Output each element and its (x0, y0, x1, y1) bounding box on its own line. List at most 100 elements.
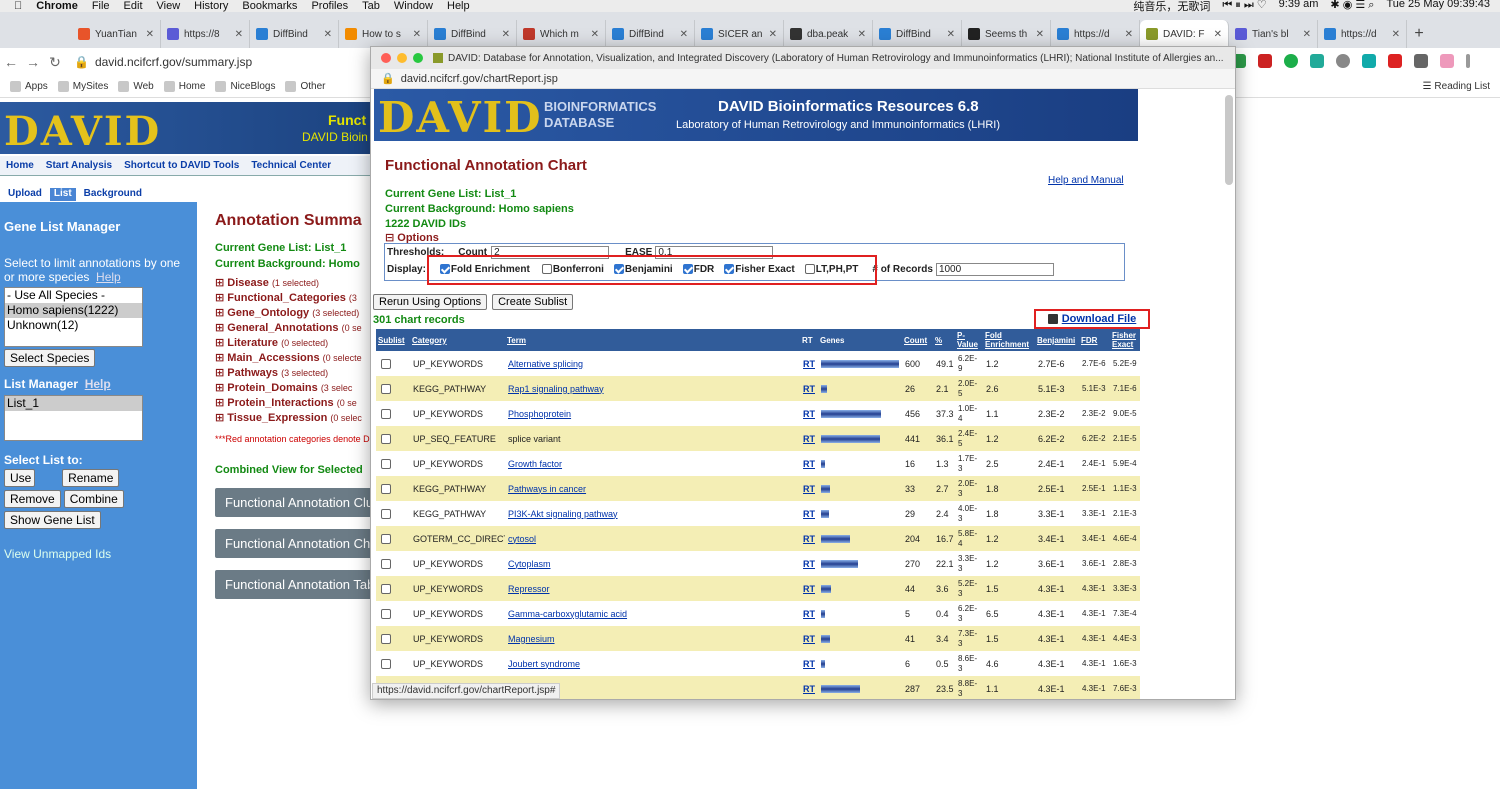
help-link[interactable]: Help (85, 377, 111, 391)
download-file-link[interactable]: Download File (1062, 313, 1137, 325)
browser-tab[interactable]: DiffBind ✕ (250, 20, 339, 48)
browser-tab[interactable]: https://8 ✕ (161, 20, 250, 48)
genes-bar[interactable] (821, 585, 831, 594)
popup-zoom-button[interactable] (413, 53, 423, 63)
extension-teal-icon[interactable] (1362, 54, 1376, 68)
category-item[interactable]: ⊞ Literature (0 selected) (215, 336, 375, 349)
gene-lists[interactable]: List_1 (4, 395, 143, 441)
tab-close-icon[interactable]: ✕ (502, 29, 510, 40)
browser-tab[interactable]: SICER an ✕ (695, 20, 784, 48)
nav-home[interactable]: Home (6, 160, 34, 171)
extension-gray-icon[interactable] (1336, 54, 1350, 68)
browser-tab[interactable]: DAVID: F ✕ (1140, 20, 1229, 48)
expand-icon[interactable]: ⊞ (215, 367, 227, 379)
genes-bar[interactable] (821, 485, 830, 494)
browser-tab[interactable]: Tian's bl ✕ (1229, 20, 1318, 48)
tab-close-icon[interactable]: ✕ (1303, 29, 1311, 40)
menu-window[interactable]: Window (394, 0, 433, 12)
term-link[interactable]: Growth factor (508, 459, 562, 469)
select-species-button[interactable]: Select Species (4, 349, 96, 367)
browser-tab[interactable]: Which m ✕ (517, 20, 606, 48)
rt-link[interactable]: RT (803, 584, 815, 594)
tab-list[interactable]: List (49, 188, 76, 201)
functional-table-button[interactable]: Functional Annotation Tab (215, 570, 375, 599)
species-item[interactable]: - Use All Species - (5, 288, 142, 303)
use-button[interactable]: Use (4, 469, 35, 487)
tab-close-icon[interactable]: ✕ (235, 29, 243, 40)
category-item[interactable]: ⊞ Protein_Interactions (0 se (215, 396, 375, 409)
apple-icon[interactable]:  (14, 0, 22, 12)
term-link[interactable]: Magnesium (508, 634, 555, 644)
help-link[interactable]: Help (96, 270, 121, 284)
browser-tab[interactable]: dba.peak ✕ (784, 20, 873, 48)
browser-tab[interactable]: YuanTian ✕ (72, 20, 161, 48)
rt-link[interactable]: RT (803, 609, 815, 619)
nav-start-analysis[interactable]: Start Analysis (46, 160, 112, 171)
rerun-button[interactable]: Rerun Using Options (373, 294, 488, 310)
sublist-checkbox[interactable] (381, 508, 391, 519)
menu-view[interactable]: View (157, 0, 181, 12)
records-input[interactable]: 1000 (935, 263, 1054, 276)
rt-link[interactable]: RT (803, 359, 815, 369)
combine-button[interactable]: Combine (63, 490, 124, 508)
popup-address-bar[interactable]: 🔒 david.ncifcrf.gov/chartReport.jsp (371, 69, 1235, 89)
species-list[interactable]: - Use All Species - Homo sapiens(1222) U… (4, 287, 143, 347)
rename-button[interactable]: Rename (62, 469, 120, 487)
new-tab-icon[interactable]: + (1407, 20, 1431, 48)
menu-dots-icon[interactable] (1466, 54, 1470, 68)
category-item[interactable]: ⊞ Protein_Domains (3 selec (215, 381, 375, 394)
category-item[interactable]: ⊞ Disease (1 selected) (215, 276, 375, 289)
term-link[interactable]: PI3K-Akt signaling pathway (508, 509, 618, 519)
tab-close-icon[interactable]: ✕ (1214, 29, 1222, 40)
menu-tab[interactable]: Tab (362, 0, 380, 12)
browser-tab[interactable]: DiffBind ✕ (873, 20, 962, 48)
address-bar[interactable]: 🔒 david.ncifcrf.gov/summary.jsp (74, 55, 252, 69)
browser-tab[interactable]: https://d ✕ (1051, 20, 1140, 48)
rt-link[interactable]: RT (803, 384, 815, 394)
expand-icon[interactable]: ⊞ (215, 337, 227, 349)
tab-close-icon[interactable]: ✕ (591, 29, 599, 40)
tab-close-icon[interactable]: ✕ (680, 29, 688, 40)
rt-link[interactable]: RT (803, 634, 815, 644)
sublist-checkbox[interactable] (381, 383, 391, 394)
rt-link[interactable]: RT (803, 559, 815, 569)
sublist-checkbox[interactable] (381, 608, 391, 619)
help-manual-link[interactable]: Help and Manual (1048, 175, 1124, 186)
expand-icon[interactable]: ⊞ (215, 352, 227, 364)
rt-link[interactable]: RT (803, 484, 815, 494)
category-item[interactable]: ⊞ Pathways (3 selected) (215, 366, 375, 379)
tab-close-icon[interactable]: ✕ (1125, 29, 1133, 40)
expand-icon[interactable]: ⊞ (215, 292, 227, 304)
term-link[interactable]: Joubert syndrome (508, 659, 580, 669)
popup-close-button[interactable] (381, 53, 391, 63)
category-item[interactable]: ⊞ Tissue_Expression (0 selec (215, 411, 375, 424)
forward-icon[interactable]: → (22, 54, 44, 70)
show-gene-list-button[interactable]: Show Gene List (4, 511, 101, 529)
menu-edit[interactable]: Edit (124, 0, 143, 12)
sublist-checkbox[interactable] (381, 658, 391, 669)
back-icon[interactable]: ← (0, 54, 22, 70)
expand-icon[interactable]: ⊞ (215, 397, 227, 409)
term-link[interactable]: Alternative splicing (508, 359, 583, 369)
expand-icon[interactable]: ⊞ (215, 382, 227, 394)
nav-technical[interactable]: Technical Center (251, 160, 331, 171)
functional-chart-button[interactable]: Functional Annotation Cha (215, 529, 375, 558)
column-header[interactable]: Count (902, 329, 933, 351)
tab-close-icon[interactable]: ✕ (413, 29, 421, 40)
expand-icon[interactable]: ⊞ (215, 412, 227, 424)
rt-link[interactable]: RT (803, 509, 815, 519)
avatar[interactable] (1440, 54, 1454, 68)
genes-bar[interactable] (821, 460, 825, 469)
functional-clustering-button[interactable]: Functional Annotation Clu (215, 488, 375, 517)
create-sublist-button[interactable]: Create Sublist (492, 294, 574, 310)
genes-bar[interactable] (821, 560, 858, 569)
tab-close-icon[interactable]: ✕ (769, 29, 777, 40)
menu-profiles[interactable]: Profiles (311, 0, 348, 12)
browser-tab[interactable]: DiffBind ✕ (606, 20, 695, 48)
expand-icon[interactable]: ⊞ (215, 277, 227, 289)
tab-close-icon[interactable]: ✕ (858, 29, 866, 40)
term-link[interactable]: Repressor (508, 584, 550, 594)
tab-close-icon[interactable]: ✕ (947, 29, 955, 40)
category-item[interactable]: ⊞ Functional_Categories (3 (215, 291, 375, 304)
genes-bar[interactable] (821, 410, 881, 419)
